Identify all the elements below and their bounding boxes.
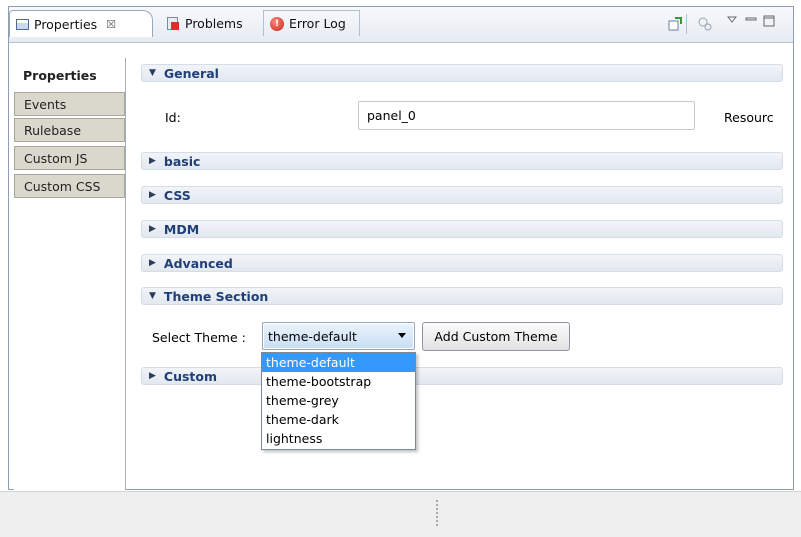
side-tab-custom-js[interactable]: Custom JS bbox=[14, 146, 125, 170]
expand-icon: ▶ bbox=[149, 258, 156, 268]
section-advanced[interactable]: ▶ Advanced bbox=[141, 254, 783, 272]
problems-icon bbox=[166, 16, 180, 30]
section-general[interactable]: ▼ General bbox=[141, 64, 783, 82]
add-custom-theme-button[interactable]: Add Custom Theme bbox=[422, 322, 570, 351]
section-custom[interactable]: ▶ Custom bbox=[141, 367, 783, 385]
theme-option-lightness[interactable]: lightness bbox=[262, 429, 415, 448]
section-theme-title: Theme Section bbox=[163, 288, 269, 304]
collapse-icon: ▼ bbox=[149, 291, 156, 301]
tab-problems[interactable]: Problems bbox=[160, 10, 264, 36]
status-bar bbox=[0, 491, 801, 537]
theme-option-bootstrap[interactable]: theme-bootstrap bbox=[262, 372, 415, 391]
id-input[interactable]: panel_0 bbox=[358, 101, 695, 130]
resource-label: Resourc bbox=[724, 110, 774, 125]
close-icon[interactable]: ☒ bbox=[106, 18, 116, 31]
side-tab-custom-css[interactable]: Custom CSS bbox=[14, 174, 125, 198]
section-advanced-title: Advanced bbox=[163, 255, 233, 271]
tab-properties-label: Properties bbox=[34, 16, 98, 32]
collapse-icon: ▼ bbox=[149, 68, 156, 78]
section-basic-title: basic bbox=[163, 153, 201, 169]
section-css-title: CSS bbox=[163, 187, 191, 203]
section-theme[interactable]: ▼ Theme Section bbox=[141, 287, 783, 305]
new-view-icon[interactable] bbox=[667, 16, 683, 32]
id-label: Id: bbox=[165, 110, 181, 125]
theme-select[interactable]: theme-default bbox=[262, 322, 415, 350]
side-tab-properties[interactable]: Properties bbox=[14, 61, 125, 89]
side-tab-events[interactable]: Events bbox=[14, 92, 125, 116]
side-tab-rulebase[interactable]: Rulebase bbox=[14, 118, 125, 142]
view-menu-icon[interactable] bbox=[724, 12, 740, 28]
section-basic[interactable]: ▶ basic bbox=[141, 152, 783, 170]
section-general-title: General bbox=[163, 65, 219, 81]
tab-properties[interactable]: Properties ☒ bbox=[9, 10, 153, 37]
theme-option-dark[interactable]: theme-dark bbox=[262, 410, 415, 429]
theme-option-default[interactable]: theme-default bbox=[262, 353, 415, 372]
minimize-icon[interactable] bbox=[743, 12, 759, 28]
expand-icon: ▶ bbox=[149, 156, 156, 166]
select-theme-label: Select Theme : bbox=[152, 330, 246, 345]
tab-error-log-label: Error Log bbox=[289, 16, 346, 31]
chevron-down-icon[interactable] bbox=[398, 333, 406, 338]
section-mdm-title: MDM bbox=[163, 221, 200, 237]
section-css[interactable]: ▶ CSS bbox=[141, 186, 783, 204]
toolbar-separator bbox=[686, 14, 687, 34]
section-mdm[interactable]: ▶ MDM bbox=[141, 220, 783, 238]
tab-problems-label: Problems bbox=[185, 15, 243, 31]
expand-icon: ▶ bbox=[149, 371, 156, 381]
expand-icon: ▶ bbox=[149, 190, 156, 200]
status-bar-grip[interactable] bbox=[436, 500, 438, 526]
pin-icon[interactable] bbox=[697, 16, 713, 32]
theme-select-value: theme-default bbox=[268, 328, 357, 344]
error-log-icon: ! bbox=[270, 16, 284, 31]
id-input-value: panel_0 bbox=[367, 108, 416, 123]
tab-error-log[interactable]: ! Error Log bbox=[264, 10, 360, 36]
expand-icon: ▶ bbox=[149, 224, 156, 234]
properties-icon bbox=[16, 18, 29, 30]
theme-option-grey[interactable]: theme-grey bbox=[262, 391, 415, 410]
maximize-icon[interactable] bbox=[761, 13, 777, 29]
section-custom-title: Custom bbox=[163, 368, 218, 384]
